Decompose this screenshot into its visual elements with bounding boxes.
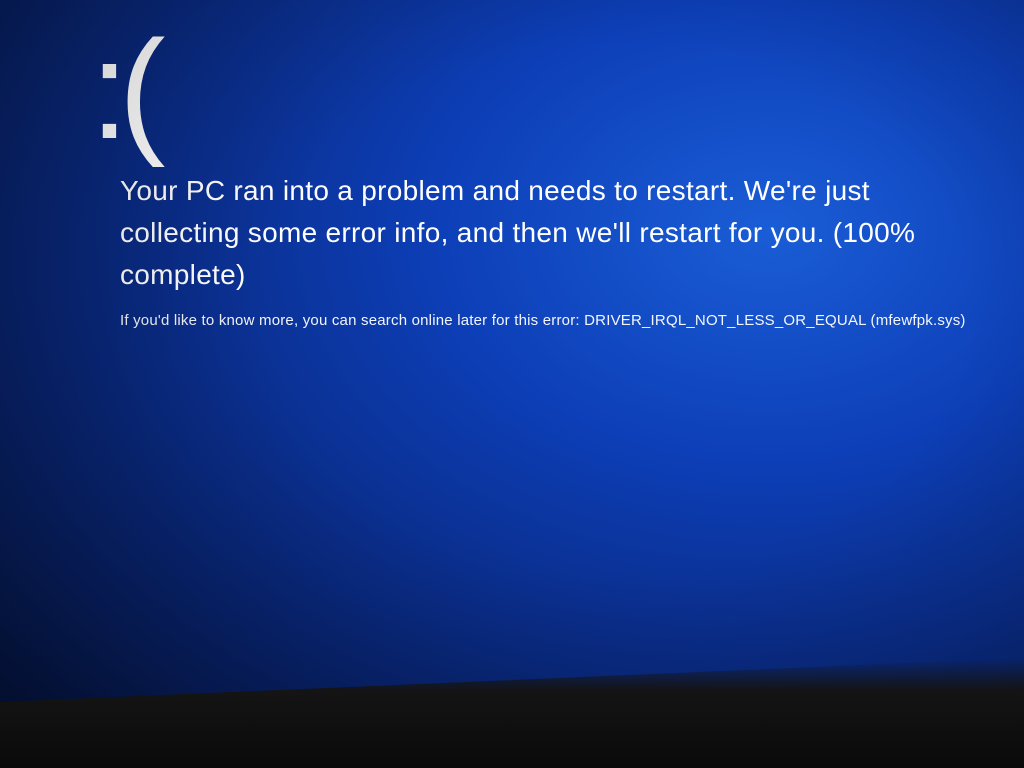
bsod-screen: :( Your PC ran into a problem and needs … — [90, 20, 984, 329]
error-secondary-message: If you'd like to know more, you can sear… — [120, 312, 984, 329]
error-primary-message: Your PC ran into a problem and needs to … — [120, 170, 984, 296]
sad-face-icon: :( — [90, 20, 984, 160]
monitor-bottom-bezel — [0, 658, 1024, 768]
